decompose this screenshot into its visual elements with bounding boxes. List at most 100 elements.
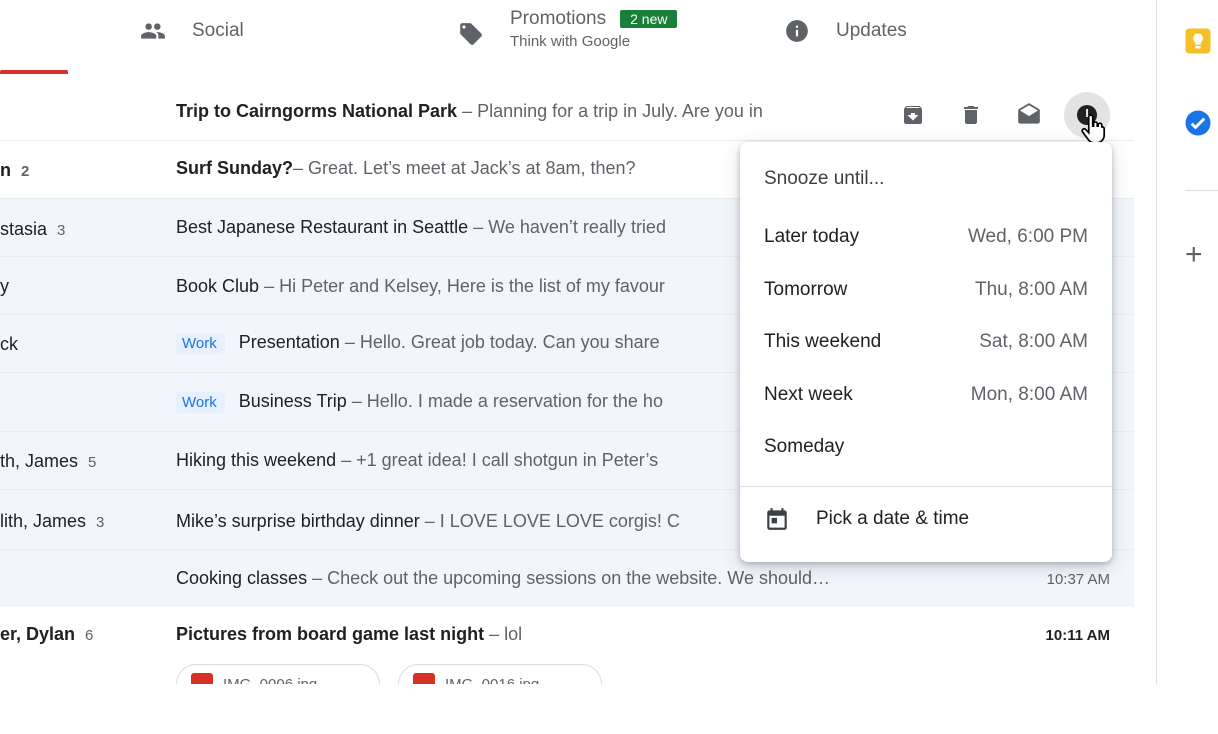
people-icon (141, 23, 165, 39)
hand-cursor-icon (1081, 114, 1106, 144)
email-snippet: Hello. Great job today. Can you share (359, 332, 660, 352)
tab-updates-label: Updates (836, 20, 907, 41)
sender-name: n (0, 160, 11, 180)
email-content: Trip to Cairngorms National Park – Plann… (176, 101, 876, 122)
snooze-divider (740, 486, 1112, 487)
side-panel-divider (1185, 190, 1218, 191)
email-separator: – (346, 391, 367, 411)
tab-updates[interactable]: Updates (784, 18, 907, 44)
label-chip-work[interactable]: Work (176, 333, 225, 354)
email-subject: Business Trip (238, 391, 347, 411)
snooze-option-label: This weekend (764, 331, 882, 352)
email-separator: – (457, 101, 478, 121)
email-separator: – (339, 332, 360, 352)
email-separator: – (468, 217, 489, 237)
tab-social[interactable]: Social (140, 18, 244, 44)
email-content: Work Presentation – Hello. Great job toda… (176, 332, 740, 354)
snooze-option-next-week[interactable]: Next week Mon, 8:00 AM (740, 370, 1112, 420)
info-icon (786, 20, 808, 42)
keep-icon[interactable] (1183, 26, 1213, 56)
email-separator: – (484, 624, 505, 644)
email-snippet: Check out the upcoming sessions on the w… (327, 568, 831, 588)
email-content: Pictures from board game last night – lo… (176, 624, 876, 645)
tab-promotions-label: Promotions (510, 8, 607, 29)
email-content: Cooking classes – Check out the upcoming… (176, 568, 956, 589)
email-snippet: We haven’t really tried (488, 217, 666, 237)
pick-date-label: Pick a date & time (816, 508, 970, 529)
email-subject: Book Club (176, 276, 260, 296)
snooze-option-label: Later today (764, 226, 860, 247)
email-time: 10:37 AM (1046, 571, 1110, 588)
tab-promotions-subtitle: Think with Google (510, 33, 631, 50)
calendar-icon (767, 508, 787, 530)
email-separator: – (307, 568, 328, 588)
thread-count: 3 (96, 514, 105, 531)
email-snippet: Planning for a trip in July. Are you in (477, 101, 763, 121)
category-tabs: Social Promotions 2 new Think with Googl… (0, 0, 1134, 74)
snooze-option-this-weekend[interactable]: This weekend Sat, 8:00 AM (740, 317, 1112, 367)
email-content: Hiking this weekend – +1 great idea! I c… (176, 450, 740, 471)
email-sender: er, Dylan 6 (0, 624, 93, 645)
email-snippet: Great. Let’s meet at Jack’s at 8am, then… (308, 158, 636, 178)
mark-as-read-button[interactable] (1006, 93, 1052, 137)
email-separator: – (336, 450, 357, 470)
side-panel: + (1156, 0, 1218, 684)
email-snippet: Hello. I made a reservation for the ho (366, 391, 663, 411)
email-sender: lith, James 3 (0, 511, 104, 532)
email-sender: th, James 5 (0, 451, 96, 472)
tag-icon (460, 23, 482, 45)
email-row[interactable]: Trip to Cairngorms National Park – Plann… (0, 84, 1134, 141)
thread-count: 6 (85, 627, 94, 644)
tab-promotions[interactable]: Promotions 2 new Think with Google (458, 8, 678, 50)
tasks-icon[interactable] (1183, 108, 1213, 138)
email-separator: – (259, 276, 280, 296)
sender-name: y (0, 276, 9, 296)
snooze-option-time: Thu, 8:00 AM (974, 279, 1088, 300)
new-count-badge: 2 new (620, 10, 678, 28)
primary-tab-underline (0, 70, 68, 74)
snooze-option-time: Wed, 6:00 PM (967, 226, 1088, 247)
email-snippet: Hi Peter and Kelsey, Here is the list of… (279, 276, 665, 296)
snooze-option-someday[interactable]: Someday (740, 422, 1112, 472)
email-content: Book Club – Hi Peter and Kelsey, Here is… (176, 276, 740, 297)
sender-name: lith, James (0, 511, 87, 531)
snooze-option-label: Someday (764, 436, 845, 457)
email-subject: Cooking classes (176, 568, 308, 588)
email-content: Best Japanese Restaurant in Seattle – We… (176, 217, 740, 238)
email-subject: Best Japanese Restaurant in Seattle (176, 217, 469, 237)
tab-social-label: Social (192, 20, 244, 41)
mark-as-read-icon (1018, 103, 1040, 124)
pick-date-time-button[interactable]: Pick a date & time (764, 506, 969, 532)
email-sender: ck (0, 334, 18, 355)
snooze-option-time: Mon, 8:00 AM (970, 384, 1088, 405)
snooze-menu: Snooze until... Later today Wed, 6:00 PM… (740, 142, 1112, 562)
archive-button[interactable] (890, 93, 936, 137)
viewport-bottom (0, 684, 1218, 734)
email-sender: n2 (0, 160, 29, 181)
email-content: Surf Sunday?– Great. Let’s meet at Jack’… (176, 158, 736, 179)
snooze-menu-title: Snooze until... (764, 168, 885, 189)
email-separator: – (419, 511, 440, 531)
add-addon-button[interactable]: + (1185, 240, 1215, 270)
email-subject: Pictures from board game last night (176, 624, 485, 644)
email-subject: Hiking this weekend (176, 450, 337, 470)
email-subject: Presentation (238, 332, 340, 352)
snooze-option-label: Next week (764, 384, 853, 405)
sender-name: er, Dylan (0, 624, 76, 644)
sender-name: th, James (0, 451, 79, 471)
tab-promotions-text: Promotions 2 new Think with Google (510, 8, 678, 50)
tab-promotions-label-row: Promotions 2 new (510, 8, 678, 30)
email-snippet: I LOVE LOVE LOVE corgis! C (439, 511, 680, 531)
snooze-option-tomorrow[interactable]: Tomorrow Thu, 8:00 AM (740, 265, 1112, 315)
delete-button[interactable] (948, 93, 994, 137)
email-snippet: lol (504, 624, 523, 644)
label-chip-work[interactable]: Work (176, 392, 225, 413)
sender-name: stasia (0, 219, 48, 239)
email-separator: – (293, 158, 309, 178)
snooze-option-label: Tomorrow (764, 279, 848, 300)
snooze-option-time: Sat, 8:00 AM (979, 331, 1088, 352)
email-subject: Surf Sunday? (176, 158, 294, 178)
email-time: 10:11 AM (1045, 627, 1110, 644)
email-subject: Mike’s surprise birthday dinner (176, 511, 420, 531)
snooze-option-later-today[interactable]: Later today Wed, 6:00 PM (740, 212, 1112, 262)
